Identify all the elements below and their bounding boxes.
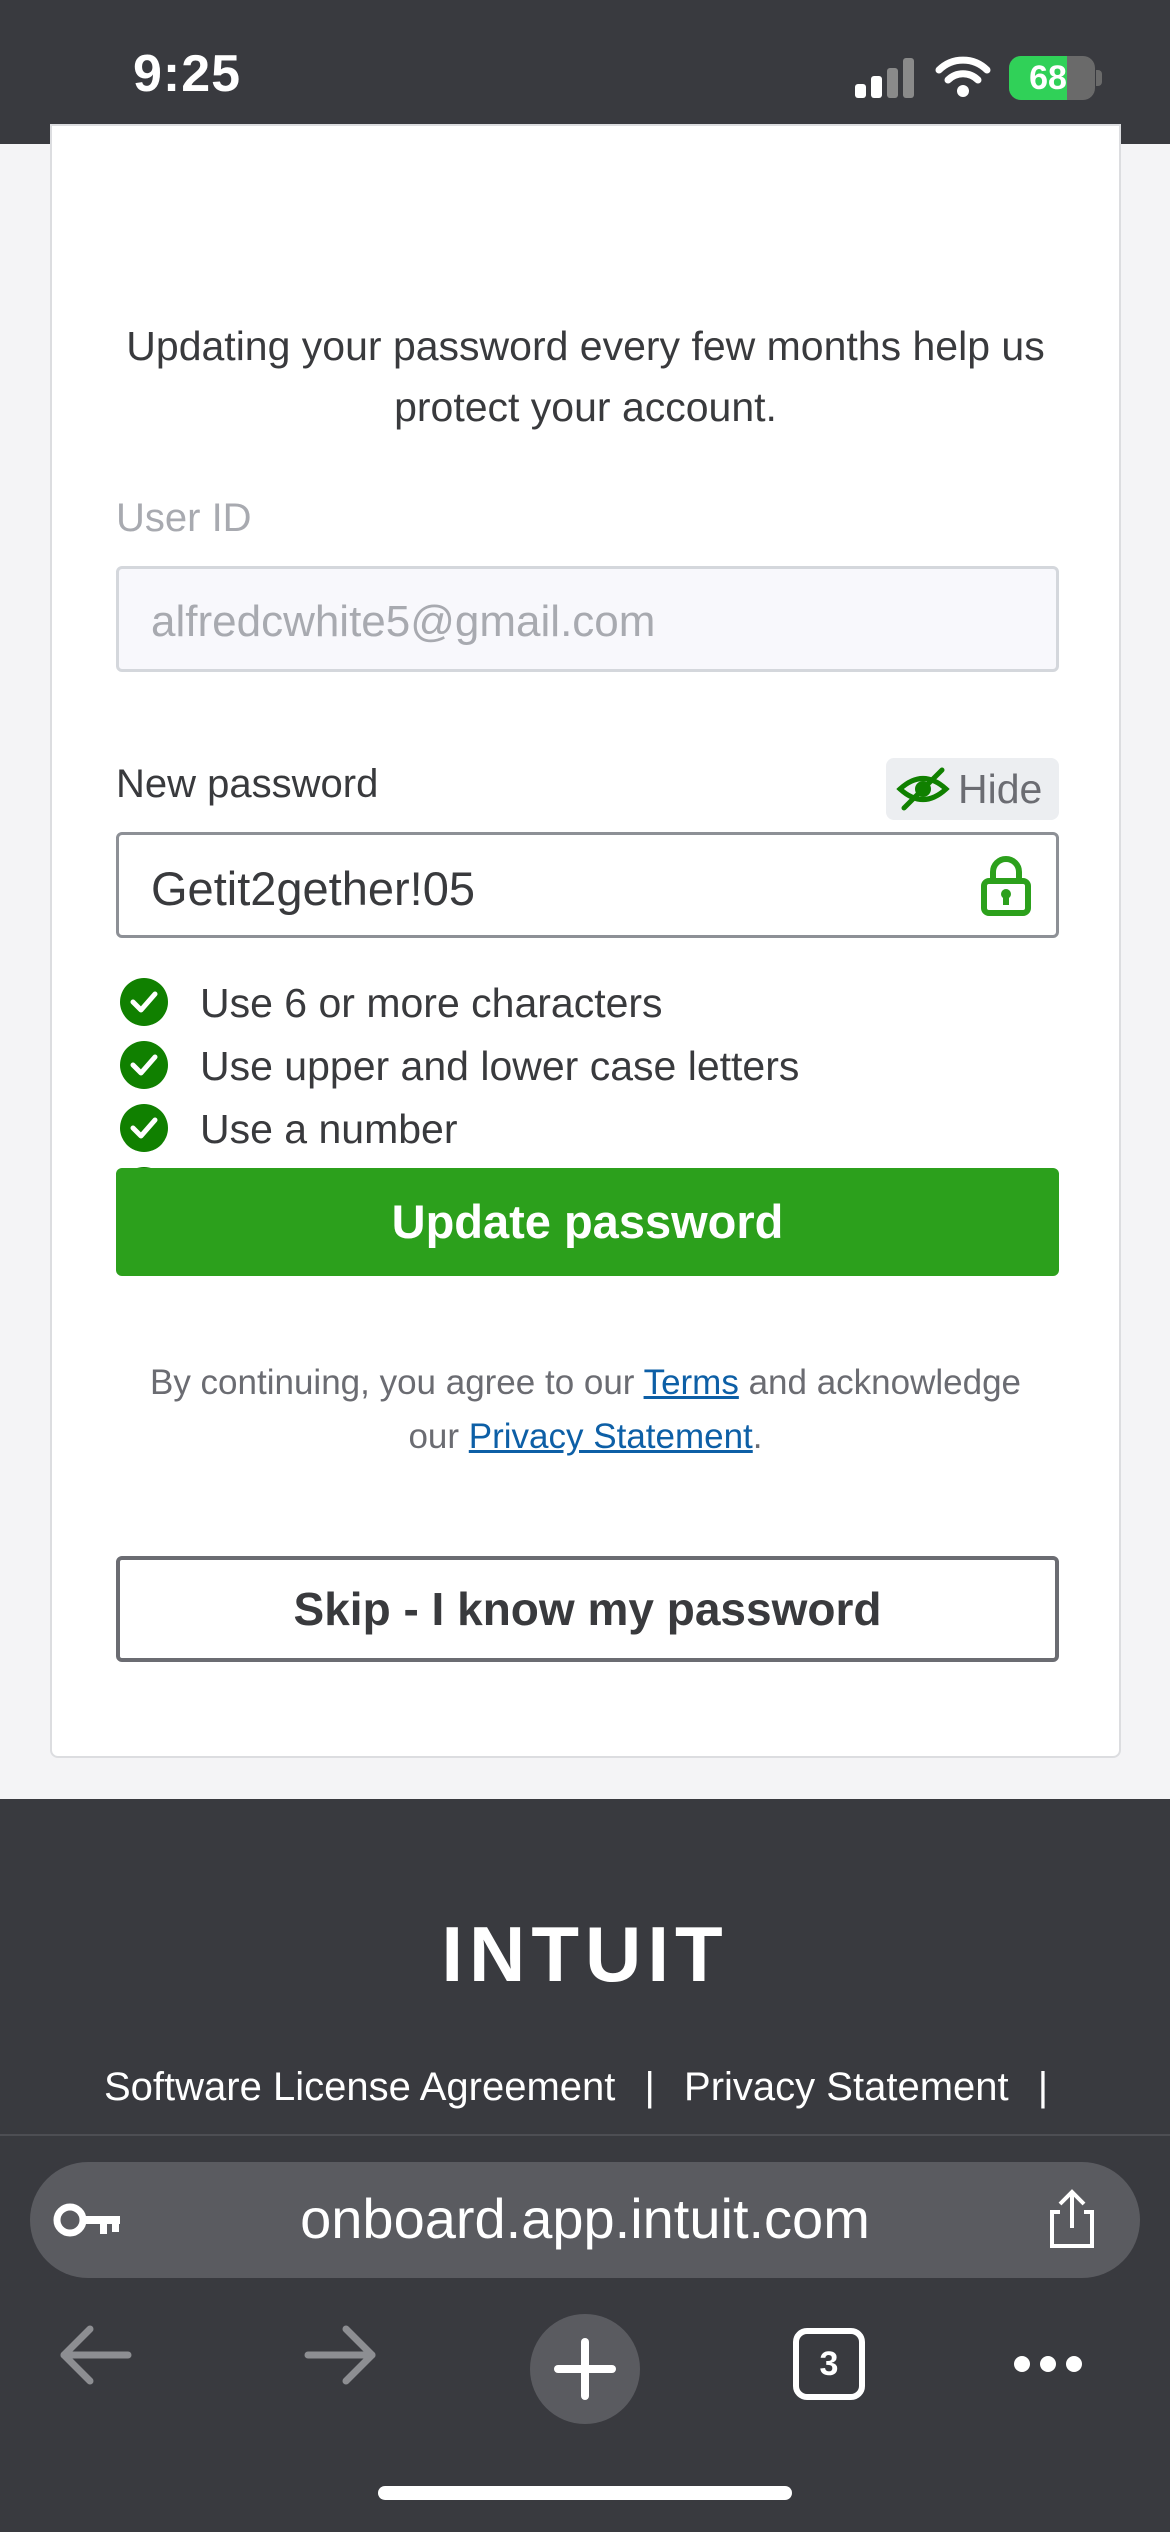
password-rule-text: Use a number	[200, 1106, 458, 1152]
forward-arrow-icon[interactable]	[302, 2320, 378, 2390]
battery-icon: 68	[1009, 56, 1095, 100]
intuit-logo: INTUIT	[441, 1910, 729, 1998]
footer-privacy-link[interactable]: Privacy Statement	[684, 2065, 1009, 2109]
skip-button[interactable]: Skip - I know my password	[116, 1556, 1059, 1662]
site-footer: INTUIT Software License Agreement | Priv…	[0, 1799, 1170, 2134]
url-text: onboard.app.intuit.com	[300, 2187, 870, 2250]
terms-link[interactable]: Terms	[644, 1363, 739, 1402]
status-bar: 9:25 68	[0, 0, 1170, 144]
update-password-card: Updating your password every few months …	[50, 124, 1121, 1758]
password-rule-text: Use 6 or more characters	[200, 980, 663, 1026]
user-id-value: alfredcwhite5@gmail.com	[151, 597, 656, 646]
wifi-icon	[935, 56, 991, 97]
new-tab-button[interactable]	[530, 2314, 640, 2424]
browser-toolbar: onboard.app.intuit.com 3	[0, 2134, 1170, 2532]
footer-divider: |	[644, 2065, 655, 2109]
check-icon	[120, 1104, 168, 1152]
back-arrow-icon[interactable]	[58, 2320, 134, 2390]
legal-prefix: By continuing, you agree to our	[149, 1363, 644, 1402]
legal-text: By continuing, you agree to our Terms an…	[132, 1356, 1039, 1464]
check-icon	[120, 978, 168, 1026]
status-time: 9:25	[133, 45, 242, 103]
footer-divider: |	[1037, 2065, 1049, 2109]
new-password-input[interactable]: Getit2gether!05	[116, 832, 1059, 938]
new-password-label: New password	[116, 762, 379, 806]
intro-text: Updating your password every few months …	[126, 323, 1045, 430]
privacy-statement-link[interactable]: Privacy Statement	[469, 1417, 753, 1456]
battery-cap	[1096, 70, 1102, 86]
address-bar[interactable]: onboard.app.intuit.com	[30, 2162, 1140, 2278]
hide-password-toggle[interactable]: Hide	[886, 758, 1059, 820]
battery-level: 68	[1029, 59, 1067, 97]
check-icon	[120, 1041, 168, 1089]
software-license-link[interactable]: Software License Agreement	[104, 2065, 615, 2109]
update-password-button[interactable]: Update password	[116, 1168, 1059, 1276]
more-icon[interactable]	[1014, 2356, 1092, 2377]
home-indicator	[378, 2486, 792, 2500]
password-rule-text: Use upper and lower case letters	[200, 1043, 800, 1089]
page-content: Updating your password every few months …	[0, 124, 1170, 1799]
signal-icon	[855, 58, 915, 98]
tabs-button[interactable]: 3	[793, 2328, 865, 2400]
new-password-value: Getit2gether!05	[151, 862, 475, 915]
user-id-label: User ID	[116, 496, 252, 540]
eye-off-icon	[896, 767, 950, 811]
user-id-field: alfredcwhite5@gmail.com	[116, 566, 1059, 672]
lock-icon	[981, 856, 1031, 916]
plus-icon	[554, 2338, 616, 2400]
legal-suffix: .	[752, 1417, 763, 1456]
footer-links: Software License Agreement | Privacy Sta…	[104, 2065, 1066, 2110]
hide-label: Hide	[958, 766, 1043, 812]
share-icon[interactable]	[1046, 2188, 1098, 2250]
